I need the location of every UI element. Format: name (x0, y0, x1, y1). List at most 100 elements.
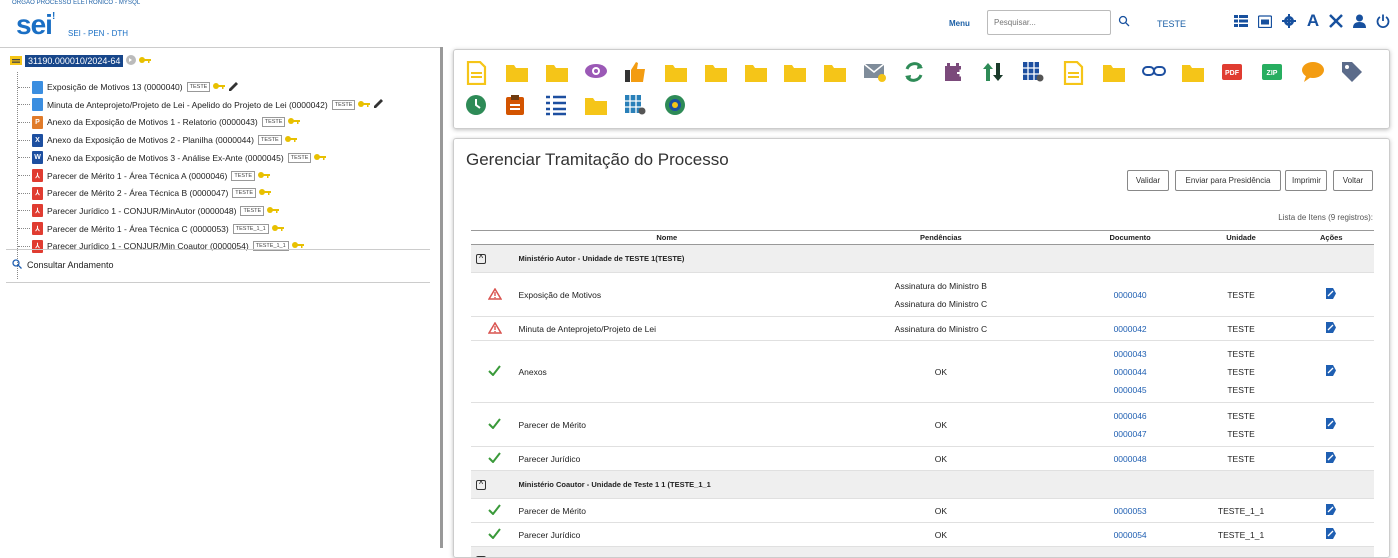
item-name: Minuta de Anteprojeto/Projeto de Lei (518, 317, 815, 341)
folder-info-icon[interactable] (704, 61, 730, 87)
zip-export-icon[interactable]: ZIP (1261, 61, 1287, 87)
edit-icon[interactable] (1325, 364, 1337, 379)
check-icon (488, 455, 501, 465)
document-link[interactable]: 0000047 (1067, 425, 1194, 443)
add-block-icon[interactable] (943, 61, 969, 87)
folder-refresh-icon[interactable] (505, 61, 531, 87)
calendar-check-icon[interactable] (624, 94, 650, 120)
tree-item[interactable]: ⅄Parecer de Mérito 1 - Área Técnica C (0… (18, 221, 284, 237)
tree-item[interactable]: XAnexo da Exposição de Motivos 2 - Plani… (18, 132, 297, 148)
document-link[interactable]: 0000054 (1067, 526, 1194, 544)
arrows-icon[interactable] (982, 61, 1008, 87)
edit-icon[interactable] (1325, 287, 1337, 302)
tree-item-label[interactable]: Anexo da Exposição de Motivos 3 - Anális… (47, 153, 284, 163)
folder-cancel-icon[interactable] (1181, 61, 1207, 87)
folder-send-icon[interactable] (664, 61, 690, 87)
document-link[interactable]: 0000045 (1067, 381, 1194, 399)
expand-icon[interactable] (126, 55, 136, 67)
tree-item[interactable]: W Anexo da Exposição de Motivos 3 - Análi… (18, 150, 326, 166)
building-icon[interactable] (1022, 61, 1048, 87)
tree-item[interactable]: ⅄Parecer Jurídico 1 - CONJUR/MinAutor (0… (18, 203, 279, 219)
consult-history-link[interactable]: Consultar Andamento (12, 259, 114, 271)
tree-item[interactable]: Exposição de Motivos 13 (0000040)TESTE (18, 79, 239, 95)
back-button[interactable]: Voltar (1333, 170, 1373, 191)
grid-icon[interactable] (1232, 12, 1250, 30)
edit-icon[interactable] (1325, 503, 1337, 518)
col-documento: Documento (1067, 231, 1194, 245)
unit-selector[interactable]: TESTE (1157, 19, 1186, 29)
tree-item-label[interactable]: Parecer de Mérito 1 - Área Técnica A (00… (47, 171, 227, 181)
documents-cell: 0000048 (1067, 447, 1194, 471)
collapse-icon[interactable]: ^ (476, 254, 486, 264)
unit-tag: TESTE (262, 117, 286, 127)
document-link[interactable]: 0000040 (1067, 286, 1194, 304)
table-row: Exposição de MotivosAssinatura do Minist… (471, 273, 1374, 317)
link-icon[interactable] (1142, 61, 1168, 87)
calendar-icon[interactable] (1256, 12, 1274, 30)
search-icon[interactable] (1118, 14, 1130, 32)
tree-item-label[interactable]: Parecer Jurídico 1 - CONJUR/MinAutor (00… (47, 206, 236, 216)
list-icon[interactable] (545, 94, 571, 120)
tree-item-label[interactable]: Anexo da Exposição de Motivos 1 - Relato… (47, 117, 258, 127)
tree-item-label[interactable]: Exposição de Motivos 13 (0000040) (47, 82, 183, 92)
folder-star-icon[interactable] (783, 61, 809, 87)
document-link[interactable]: 0000044 (1067, 363, 1194, 381)
doc-person-icon[interactable] (1062, 61, 1088, 87)
group-row: ^Ministério Coautor - Unidade de Teste 1… (471, 471, 1374, 499)
tree-item[interactable]: PAnexo da Exposição de Motivos 1 - Relat… (18, 114, 300, 130)
seal-icon[interactable] (664, 94, 690, 120)
tree-item[interactable]: Minuta de Anteprojeto/Projeto de Lei - A… (18, 97, 384, 113)
folder-icon[interactable] (823, 61, 849, 87)
sei-logo[interactable]: sei! (16, 9, 54, 41)
gear-icon[interactable] (1280, 12, 1298, 30)
tools-icon[interactable] (1327, 12, 1345, 30)
validate-button[interactable]: Validar (1127, 170, 1169, 191)
status-cell (471, 499, 518, 523)
user-icon[interactable] (1350, 12, 1368, 30)
document-link[interactable]: 0000043 (1067, 345, 1194, 363)
process-tree: 31190.000010/2024-64 Exposição de Motivo… (0, 47, 440, 548)
power-icon[interactable] (1374, 12, 1392, 30)
sync-icon[interactable] (903, 61, 929, 87)
tree-item-label[interactable]: Parecer de Mérito 1 - Área Técnica C (00… (47, 224, 229, 234)
edit-icon[interactable] (1325, 527, 1337, 542)
panel-splitter[interactable] (440, 47, 443, 548)
units-cell: TESTE (1194, 273, 1289, 317)
folder-settings-icon[interactable] (545, 61, 571, 87)
folder-search-icon[interactable] (584, 94, 610, 120)
tree-item-label[interactable]: Parecer de Mérito 2 - Área Técnica B (00… (47, 188, 228, 198)
edit-icon[interactable] (1325, 321, 1337, 336)
collapse-icon[interactable]: ^ (476, 480, 486, 490)
pdf-export-icon[interactable]: PDF (1221, 61, 1247, 87)
tree-item-label[interactable]: Anexo da Exposição de Motivos 2 - Planil… (47, 135, 254, 145)
comment-icon[interactable] (1301, 61, 1327, 87)
clock-icon[interactable] (465, 94, 491, 120)
menu-button[interactable]: Menu (949, 19, 970, 28)
document-link[interactable]: 0000048 (1067, 450, 1194, 468)
edit-icon[interactable] (1325, 451, 1337, 466)
search-input[interactable] (987, 10, 1111, 35)
send-to-presidency-button[interactable]: Enviar para Presidência (1175, 170, 1281, 191)
envelope-icon[interactable] (863, 61, 889, 87)
tree-item[interactable]: ⅄Parecer de Mérito 2 - Área Técnica B (0… (18, 185, 271, 201)
view-icon[interactable] (584, 61, 610, 87)
document-link[interactable]: 0000053 (1067, 502, 1194, 520)
font-size-icon[interactable]: A (1304, 12, 1322, 30)
process-node[interactable]: 31190.000010/2024-64 (10, 55, 151, 67)
tree-item[interactable]: ⅄Parecer Jurídico 1 - CONJUR/Min Coautor… (18, 238, 304, 254)
tag-icon[interactable] (1341, 61, 1367, 87)
tree-item-label[interactable]: Minuta de Anteprojeto/Projeto de Lei - A… (47, 100, 328, 110)
folder-pause-icon[interactable] (1102, 61, 1128, 87)
folder-users-icon[interactable] (744, 61, 770, 87)
clipboard-icon[interactable] (505, 94, 531, 120)
thumbs-icon[interactable] (624, 61, 650, 87)
tree-item[interactable]: ⅄Parecer de Mérito 1 - Área Técnica A (0… (18, 168, 270, 184)
document-link[interactable]: 0000042 (1067, 320, 1194, 338)
word-icon: W (32, 151, 43, 164)
new-document-icon[interactable] (465, 61, 491, 87)
print-button[interactable]: Imprimir (1285, 170, 1327, 191)
status-cell (471, 523, 518, 547)
process-number[interactable]: 31190.000010/2024-64 (25, 55, 123, 67)
document-link[interactable]: 0000046 (1067, 407, 1194, 425)
edit-icon[interactable] (1325, 417, 1337, 432)
